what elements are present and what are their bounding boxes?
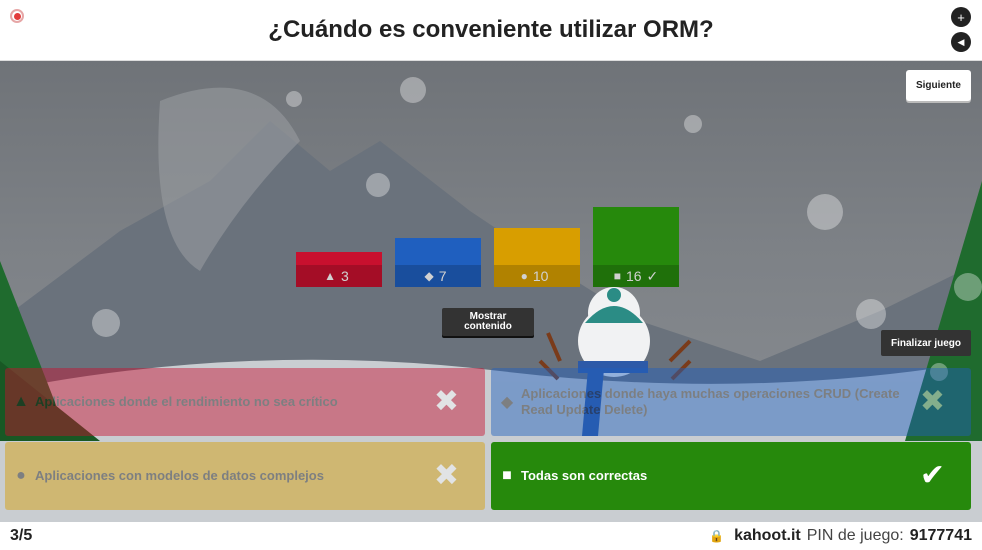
- show-content-line2: contenido: [464, 321, 512, 332]
- bar-label: ◆ 7: [395, 265, 481, 287]
- results-stage: Siguiente ▲ 3 ◆ 7 ● 10 ■ 16 ✓ Mostrar co…: [0, 61, 982, 522]
- record-icon: [10, 9, 24, 23]
- triangle-icon: ▲: [13, 393, 29, 410]
- show-content-button[interactable]: Mostrar contenido: [442, 308, 534, 336]
- result-bar-square: ■ 16 ✓: [593, 207, 679, 287]
- game-pin: 9177741: [909, 527, 972, 544]
- square-icon: ■: [502, 467, 512, 484]
- lock-icon: 🔒: [709, 529, 725, 543]
- footer-bar: 3/5 🔒 kahoot.it PIN de juego: 9177741: [0, 522, 982, 550]
- end-game-button[interactable]: Finalizar juego: [881, 330, 971, 356]
- circle-icon: ●: [520, 269, 528, 283]
- answer-text: Aplicaciones donde el rendimiento no sea…: [35, 394, 338, 409]
- bar-fill: [395, 238, 481, 265]
- next-button[interactable]: Siguiente: [906, 70, 971, 101]
- bar-label: ▲ 3: [296, 265, 382, 287]
- result-bar-triangle: ▲ 3: [296, 252, 382, 287]
- bar-fill: [593, 207, 679, 265]
- answer-option-1: ▲ Aplicaciones donde el rendimiento no s…: [5, 368, 485, 436]
- diamond-icon: ◆: [500, 394, 514, 411]
- check-icon: ✓: [646, 267, 659, 284]
- plus-icon[interactable]: +: [951, 7, 971, 27]
- answer-option-2: ◆ Aplicaciones donde haya muchas operaci…: [491, 368, 971, 436]
- bar-count: 16: [625, 268, 642, 284]
- check-icon: ✔: [919, 459, 945, 492]
- sound-icon[interactable]: ◀: [951, 32, 971, 52]
- question-title: ¿Cuándo es conveniente utilizar ORM?: [268, 16, 714, 43]
- result-bar-diamond: ◆ 7: [395, 238, 481, 287]
- bar-label: ■ 16 ✓: [593, 265, 679, 287]
- bar-count: 3: [341, 268, 349, 284]
- result-bar-circle: ● 10: [494, 228, 580, 287]
- bar-count: 10: [532, 268, 549, 284]
- question-progress: 3/5: [10, 527, 33, 544]
- square-icon: ■: [613, 269, 621, 283]
- question-header: ¿Cuándo es conveniente utilizar ORM? + ◀: [0, 0, 982, 61]
- bar-count: 7: [438, 268, 447, 284]
- wrong-icon: ✖: [433, 459, 459, 492]
- answer-text: Todas son correctas: [521, 468, 648, 483]
- answer-text: Aplicaciones con modelos de datos comple…: [35, 468, 324, 483]
- triangle-icon: ▲: [324, 269, 337, 283]
- diamond-icon: ◆: [424, 269, 434, 283]
- wrong-icon: ✖: [433, 385, 459, 418]
- answer-option-3: ● Aplicaciones con modelos de datos comp…: [5, 442, 485, 510]
- brand-name: kahoot.it: [734, 527, 801, 544]
- answer-text: Aplicaciones donde haya muchas operacion…: [521, 386, 900, 417]
- bar-fill: [296, 252, 382, 265]
- wrong-icon: ✖: [919, 385, 945, 418]
- game-info: 🔒 kahoot.it PIN de juego: 9177741: [709, 527, 972, 545]
- results-bars: ▲ 3 ◆ 7 ● 10 ■ 16 ✓: [296, 207, 680, 287]
- circle-icon: ●: [16, 467, 26, 484]
- pin-label: PIN de juego:: [806, 527, 904, 544]
- bar-fill: [494, 228, 580, 265]
- bar-label: ● 10: [494, 265, 580, 287]
- answer-option-4: ■ Todas son correctas ✔: [491, 442, 971, 510]
